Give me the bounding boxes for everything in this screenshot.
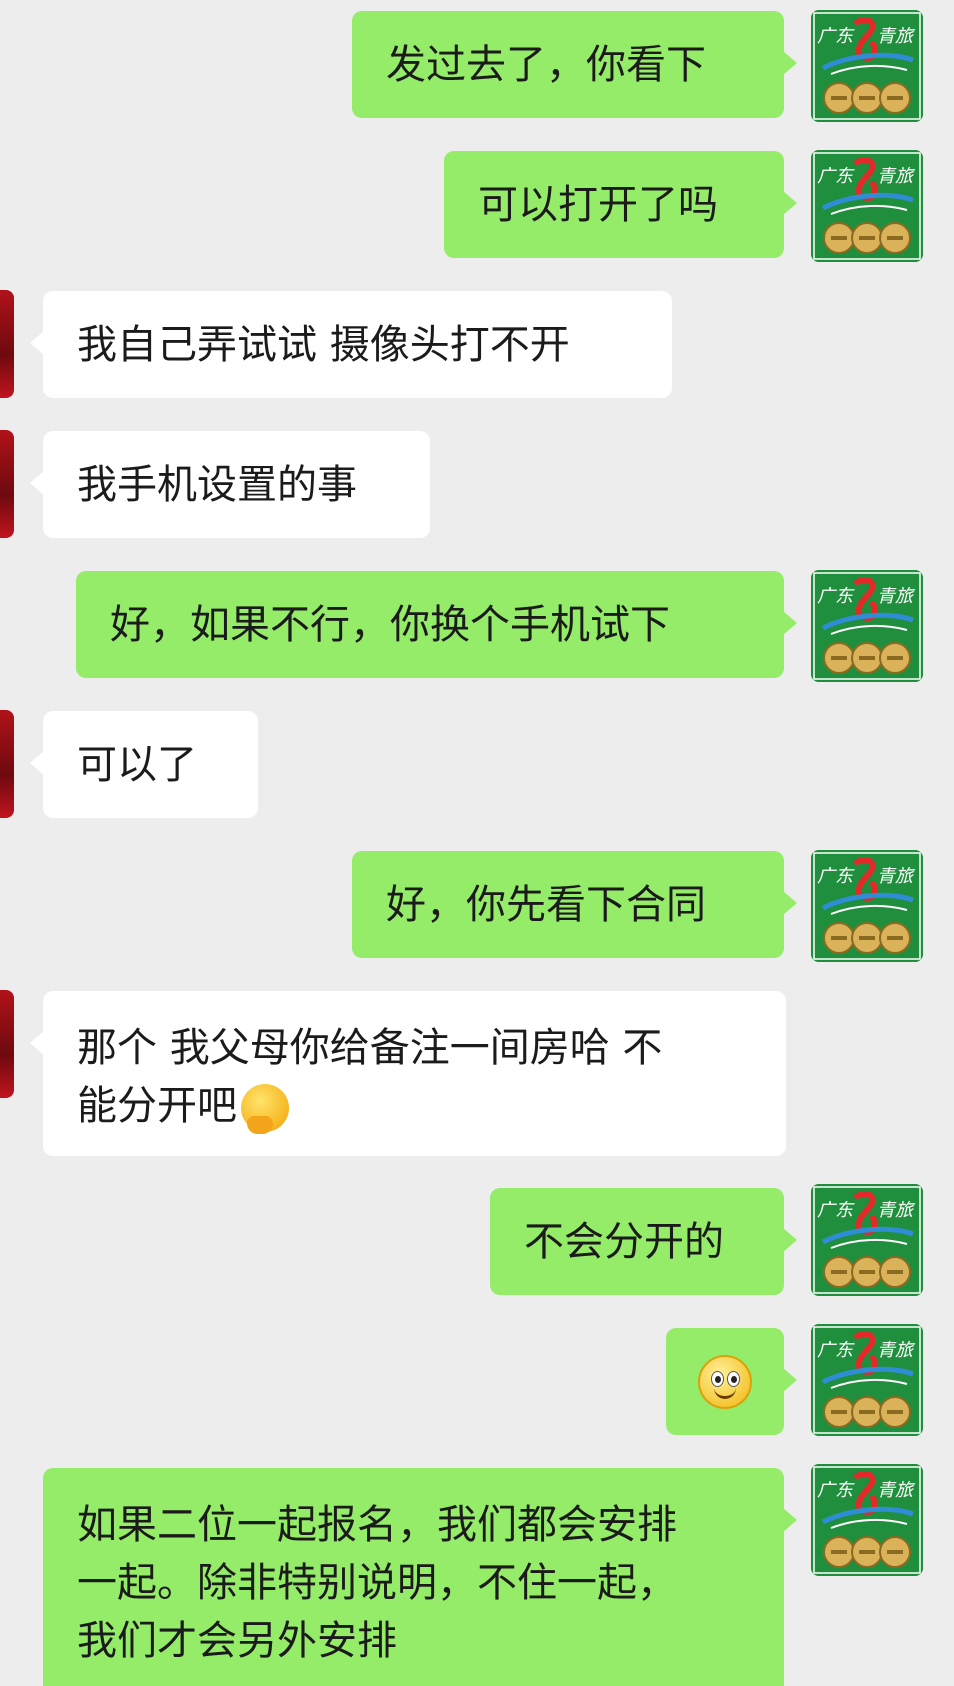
guangdong-qinglv-logo-icon (811, 850, 923, 962)
avatar[interactable] (811, 1464, 923, 1576)
message-bubble-outgoing[interactable] (666, 1328, 797, 1435)
guangdong-qinglv-logo-icon (811, 1184, 923, 1296)
message-bubble-outgoing[interactable]: 好，如果不行，你换个手机试下 (76, 571, 797, 678)
message-bubble-outgoing[interactable]: 可以打开了吗 (444, 151, 797, 258)
guangdong-qinglv-logo-icon (811, 570, 923, 682)
message-text: 可以了 (77, 741, 197, 788)
smiley-left-eye (711, 1370, 724, 1387)
message-bubble-incoming[interactable]: 那个 我父母你给备注一间房哈 不 能分开吧 (30, 991, 786, 1156)
avatar[interactable] (811, 570, 923, 682)
message-bubble-outgoing[interactable]: 不会分开的 (490, 1188, 797, 1295)
message-bubble-incoming[interactable]: 我手机设置的事 (30, 431, 430, 538)
message-text-line: 一起。除非特别说明，不住一起， (77, 1560, 677, 1606)
message-text: 发过去了，你看下 (386, 41, 706, 88)
message-text: 我自己弄试试 摄像头打不开 (77, 321, 570, 368)
smiley-right-eye (727, 1370, 740, 1387)
message-bubble-outgoing[interactable]: 好，你先看下合同 (352, 851, 797, 958)
smiley-face-emoji-icon (698, 1354, 752, 1409)
message-bubble-incoming[interactable]: 我自己弄试试 摄像头打不开 (30, 291, 672, 398)
guangdong-qinglv-logo-icon (811, 150, 923, 262)
message-bubble-outgoing[interactable]: 发过去了，你看下 (352, 11, 797, 118)
message-text: 可以打开了吗 (478, 181, 718, 228)
guangdong-qinglv-logo-icon (811, 10, 923, 122)
thinking-face-emoji-icon (241, 1084, 289, 1134)
avatar[interactable] (811, 150, 923, 262)
peer-avatar[interactable] (0, 990, 14, 1098)
message-text: 好，如果不行，你换个手机试下 (110, 601, 670, 648)
peer-avatar[interactable] (0, 710, 14, 818)
guangdong-qinglv-logo-icon (811, 1324, 923, 1436)
message-text-line: 我们才会另外安排 (77, 1618, 397, 1664)
message-text: 好，你先看下合同 (386, 881, 706, 928)
avatar[interactable] (811, 10, 923, 122)
message-text-line-with-emoji: 能分开吧 (77, 1077, 760, 1135)
message-text-line: 如果二位一起报名，我们都会安排 (77, 1502, 677, 1548)
message-text: 能分开吧 (77, 1083, 237, 1129)
message-bubble-incoming[interactable]: 可以了 (30, 711, 258, 818)
message-bubble-outgoing[interactable]: 如果二位一起报名，我们都会安排 一起。除非特别说明，不住一起， 我们才会另外安排 (43, 1468, 797, 1686)
avatar[interactable] (811, 850, 923, 962)
message-text: 不会分开的 (524, 1218, 724, 1265)
avatar[interactable] (811, 1184, 923, 1296)
message-text: 我手机设置的事 (77, 461, 357, 508)
avatar[interactable] (811, 1324, 923, 1436)
message-text-line: 那个 我父母你给备注一间房哈 不 (77, 1025, 663, 1071)
smiley-mouth (714, 1387, 736, 1399)
guangdong-qinglv-logo-icon (811, 1464, 923, 1576)
peer-avatar[interactable] (0, 430, 14, 538)
peer-avatar[interactable] (0, 290, 14, 398)
